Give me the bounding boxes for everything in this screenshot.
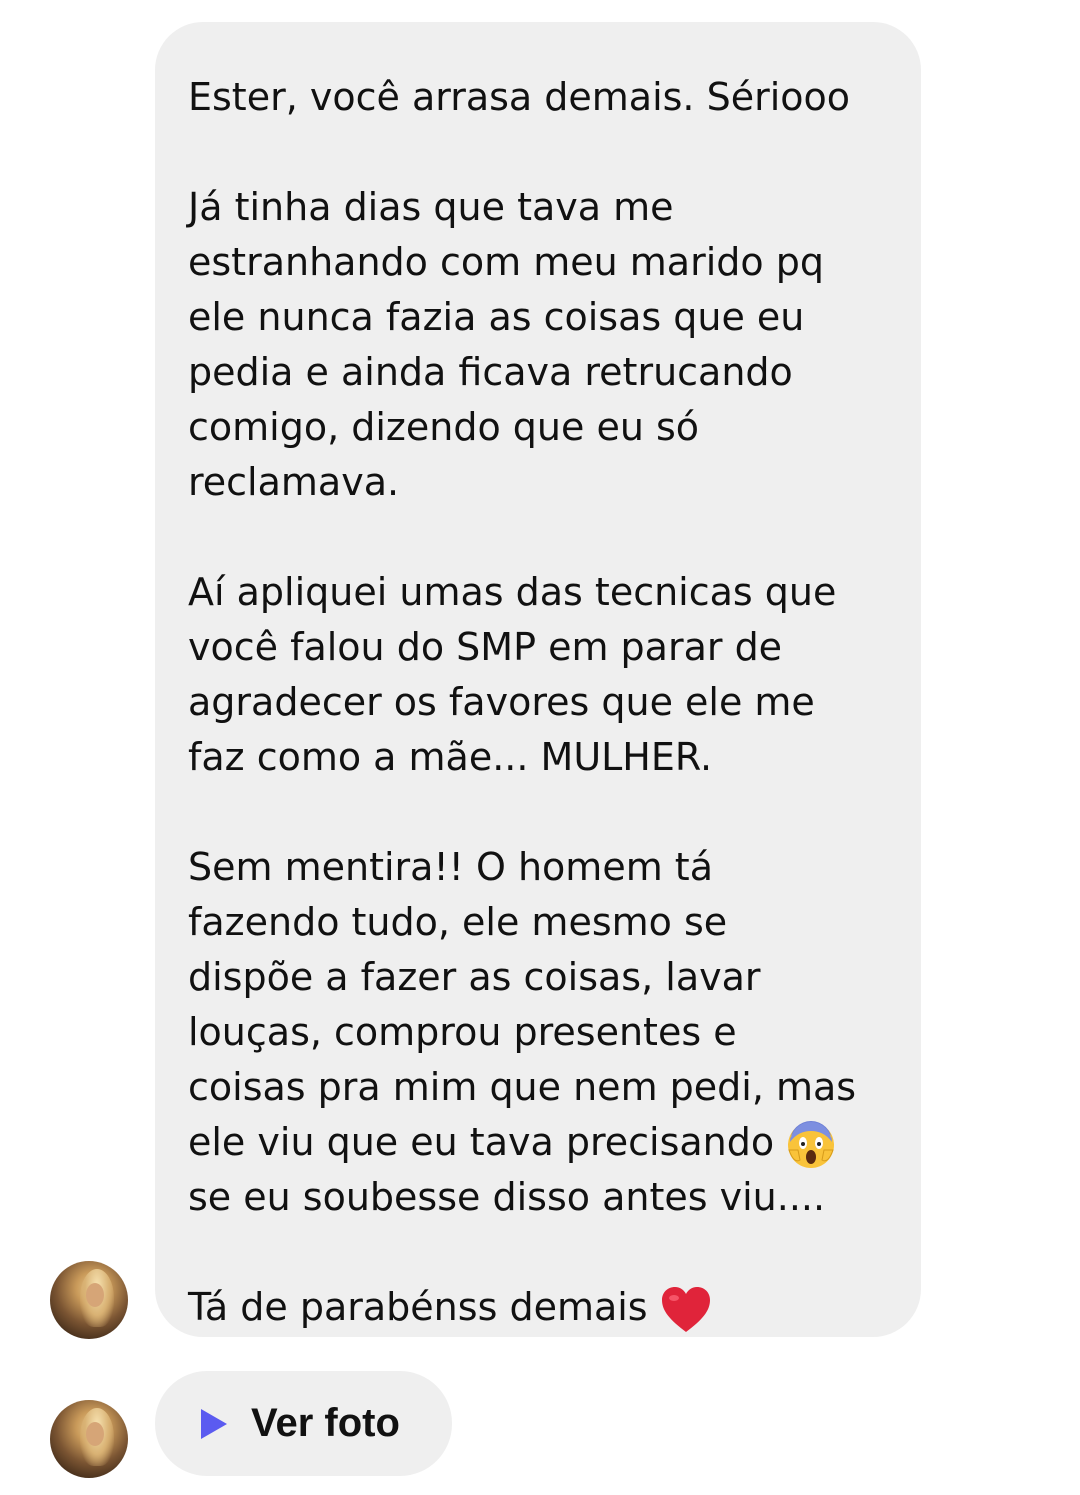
message-paragraph-3: Aí apliquei umas das tecnicas que você f… [188, 570, 837, 779]
message-paragraph-2: Já tinha dias que tava me estranhando co… [188, 185, 824, 504]
red-heart-icon [661, 1286, 710, 1332]
message-paragraph-4-text: Sem mentira!! O homem tá fazendo tudo, e… [188, 845, 857, 1164]
message-bubble[interactable]: Ester, você arrasa demais. Sériooo Já ti… [155, 22, 921, 1337]
view-photo-label: Ver foto [251, 1401, 400, 1445]
face-screaming-in-fear-icon [788, 1120, 835, 1168]
message-paragraph-5-text: se eu soubesse disso antes viu.... [188, 1175, 826, 1219]
message-paragraph-1: Ester, você arrasa demais. Sériooo [188, 75, 851, 119]
play-icon [201, 1408, 227, 1439]
view-photo-button[interactable]: Ver foto [155, 1371, 452, 1476]
message-paragraph-4: Sem mentira!! O homem tá fazendo tudo, e… [188, 840, 891, 1225]
avatar-face [86, 1283, 104, 1307]
message-thread: Ester, você arrasa demais. Sériooo Já ti… [0, 0, 1080, 1495]
avatar[interactable] [50, 1400, 128, 1478]
message-paragraph-6: Tá de parabénss demais [188, 1280, 891, 1335]
message-paragraph-6-text: Tá de parabénss demais [188, 1285, 648, 1329]
avatar-face [86, 1422, 104, 1446]
avatar[interactable] [50, 1261, 128, 1339]
